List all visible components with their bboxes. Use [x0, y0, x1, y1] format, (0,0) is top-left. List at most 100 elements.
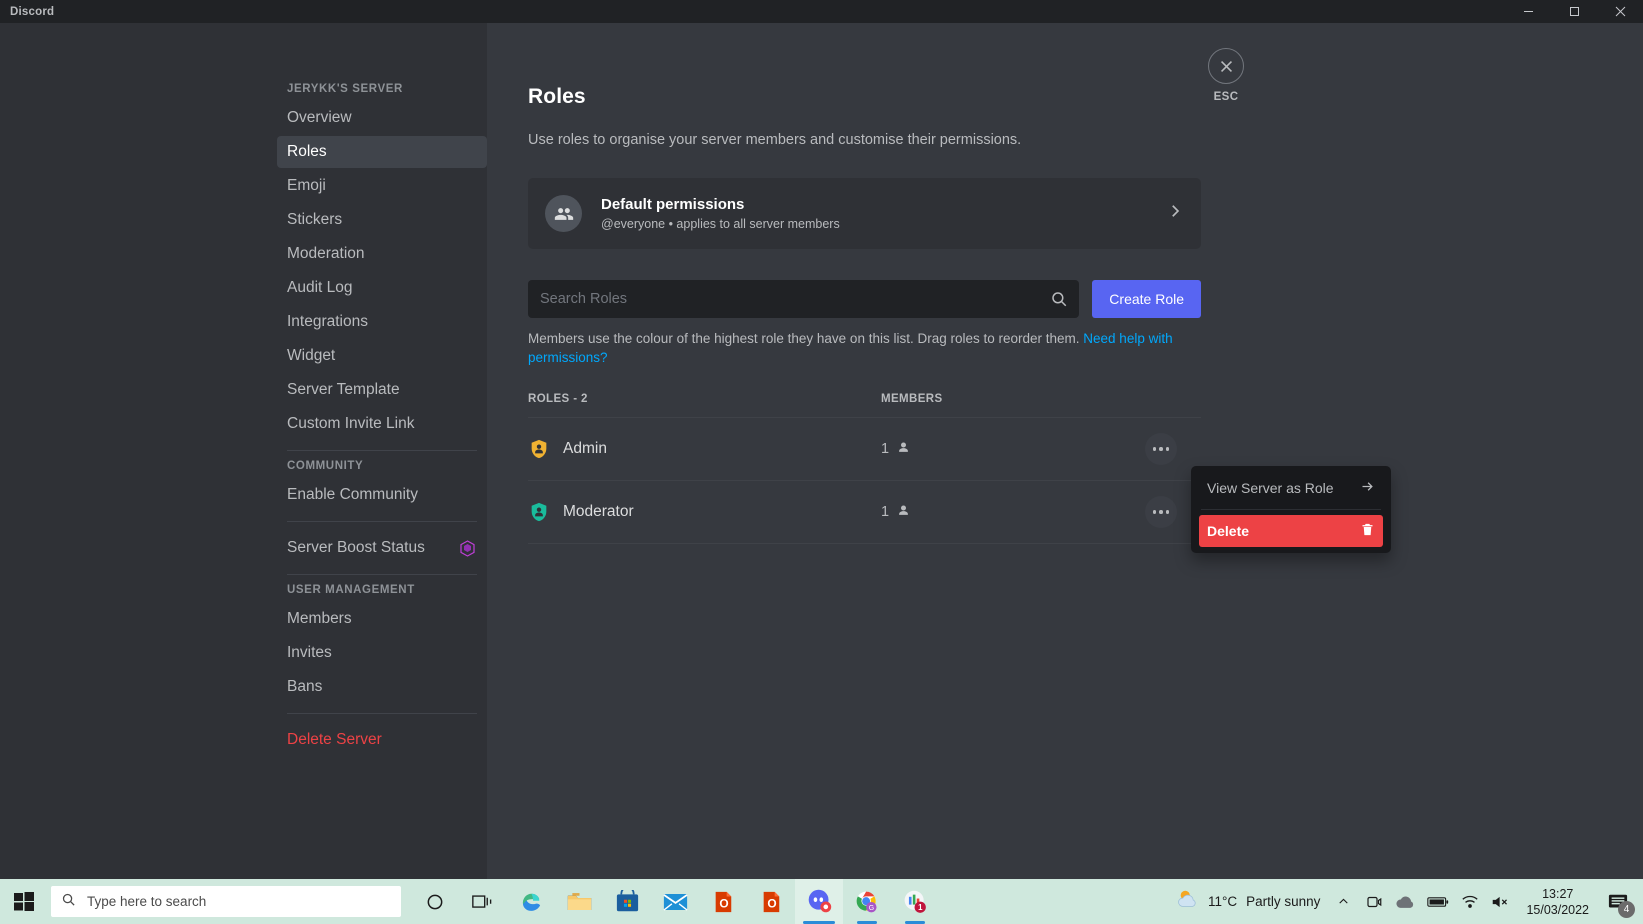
sidebar-item-bans[interactable]: Bans	[277, 671, 487, 703]
esc-label: ESC	[1213, 91, 1239, 103]
notifications-button[interactable]: 4	[1599, 879, 1637, 924]
default-permissions-card[interactable]: Default permissions @everyone • applies …	[528, 178, 1201, 249]
maximize-button[interactable]	[1551, 0, 1597, 23]
sidebar-item-overview[interactable]: Overview	[277, 102, 487, 134]
dot-icon	[1152, 510, 1157, 514]
sidebar-item-stickers[interactable]: Stickers	[277, 204, 487, 236]
google-chrome-icon[interactable]: G	[843, 879, 891, 924]
microsoft-store-icon[interactable]	[603, 879, 651, 924]
dot-icon	[1165, 510, 1170, 514]
role-name: Moderator	[563, 503, 634, 520]
sidebar-item-label: Roles	[287, 143, 327, 160]
sidebar-item-label: Delete Server	[287, 731, 382, 748]
weather-widget[interactable]: 11°C Partly sunny	[1168, 879, 1328, 924]
role-name: Admin	[563, 440, 607, 457]
minimize-button[interactable]	[1505, 0, 1551, 23]
microsoft-edge-icon[interactable]	[507, 879, 555, 924]
wifi-icon[interactable]	[1455, 879, 1485, 924]
sidebar-item-label: Bans	[287, 678, 323, 695]
sidebar-item-label: Emoji	[287, 177, 326, 194]
dot-icon	[1159, 510, 1163, 514]
window-controls	[1505, 0, 1643, 23]
sidebar-item-label: Audit Log	[287, 279, 353, 296]
taskbar-search-placeholder: Type here to search	[87, 894, 207, 909]
file-explorer-icon[interactable]	[555, 879, 603, 924]
close-button[interactable]	[1597, 0, 1643, 23]
volume-muted-icon[interactable]	[1485, 879, 1516, 924]
teams-icon[interactable]: 1	[891, 879, 939, 924]
onedrive-sync-icon[interactable]	[1359, 879, 1389, 924]
weather-temperature: 11°C	[1207, 894, 1238, 909]
context-menu-label: Delete	[1207, 523, 1250, 539]
chevron-right-icon	[1166, 202, 1184, 225]
dot-icon	[1165, 447, 1170, 451]
office-apps-icon[interactable]: O	[747, 879, 795, 924]
sidebar-item-roles[interactable]: Roles	[277, 136, 487, 168]
dot-icon	[1152, 447, 1157, 451]
member-icon	[896, 503, 911, 522]
context-menu-view-server-as-role[interactable]: View Server as Role	[1199, 472, 1383, 504]
role-shield-icon	[528, 501, 550, 523]
office-word-icon[interactable]: O	[699, 879, 747, 924]
sidebar-divider	[287, 713, 477, 714]
sidebar-item-server-boost-status[interactable]: Server Boost Status	[277, 532, 487, 564]
teams-badge-count: 1	[918, 903, 923, 912]
sidebar-item-label: Overview	[287, 109, 352, 126]
role-options-button[interactable]	[1145, 496, 1177, 528]
sidebar-item-widget[interactable]: Widget	[277, 340, 487, 372]
cortana-icon[interactable]	[411, 879, 459, 924]
create-role-button[interactable]: Create Role	[1092, 280, 1201, 318]
title-bar: Discord	[0, 0, 1643, 23]
weather-condition: Partly sunny	[1246, 894, 1321, 909]
task-view-icon[interactable]	[459, 879, 507, 924]
tray-date: 15/03/2022	[1526, 902, 1589, 917]
search-roles-input[interactable]	[528, 280, 1080, 318]
search-icon[interactable]	[1050, 290, 1068, 308]
role-options-button[interactable]	[1145, 433, 1177, 465]
sidebar-item-enable-community[interactable]: Enable Community	[277, 479, 487, 511]
role-context-menu: View Server as Role Delete	[1191, 466, 1391, 553]
page-subtitle: Use roles to organise your server member…	[528, 132, 1022, 148]
sidebar-community-header: COMMUNITY	[287, 460, 364, 472]
sidebar-item-emoji[interactable]: Emoji	[277, 170, 487, 202]
taskbar-search-box[interactable]: Type here to search	[51, 886, 401, 917]
table-row[interactable]: Moderator 1	[528, 480, 1201, 543]
sidebar-item-server-template[interactable]: Server Template	[277, 374, 487, 406]
sidebar-item-label: Enable Community	[287, 486, 418, 503]
sidebar-item-invites[interactable]: Invites	[277, 637, 487, 669]
start-button[interactable]	[0, 879, 48, 924]
default-permissions-title: Default permissions	[601, 196, 745, 213]
sidebar-user-management-header: USER MANAGEMENT	[287, 584, 415, 596]
svg-text:O: O	[719, 896, 728, 910]
context-menu-delete[interactable]: Delete	[1199, 515, 1383, 547]
clock-widget[interactable]: 13:27 15/03/2022	[1516, 879, 1599, 924]
sidebar-item-integrations[interactable]: Integrations	[277, 306, 487, 338]
sidebar-item-moderation[interactable]: Moderation	[277, 238, 487, 270]
sidebar-left-gutter	[0, 23, 277, 879]
tray-time: 13:27	[1542, 886, 1574, 901]
role-member-count: 1	[881, 504, 890, 520]
close-settings-button[interactable]: ESC	[1197, 48, 1255, 103]
sidebar-item-custom-invite-link[interactable]: Custom Invite Link	[277, 408, 487, 440]
sidebar-item-members[interactable]: Members	[277, 603, 487, 635]
mail-icon[interactable]	[651, 879, 699, 924]
sidebar-item-delete-server[interactable]: Delete Server	[277, 724, 487, 756]
sidebar-divider	[287, 521, 477, 522]
roles-hint-text: Members use the colour of the highest ro…	[528, 329, 1188, 367]
arrow-right-icon	[1360, 479, 1375, 497]
sidebar-item-audit-log[interactable]: Audit Log	[277, 272, 487, 304]
members-avatar-icon	[545, 195, 582, 232]
sidebar-item-label: Custom Invite Link	[287, 415, 415, 432]
table-row[interactable]: Admin 1	[528, 417, 1201, 480]
sidebar-item-label: Moderation	[287, 245, 365, 262]
partly-sunny-icon	[1176, 888, 1200, 915]
settings-sidebar: JERYKK'S SERVER Overview Roles Emoji Sti…	[277, 23, 487, 879]
battery-icon[interactable]	[1421, 879, 1455, 924]
show-hidden-icons-button[interactable]	[1328, 879, 1359, 924]
discord-icon[interactable]	[795, 879, 843, 924]
cloud-icon[interactable]	[1389, 879, 1421, 924]
sidebar-divider	[287, 574, 477, 575]
roles-table-header: ROLES - 2 MEMBERS	[528, 393, 1201, 417]
table-bottom-border	[528, 543, 1201, 544]
taskbar-icons: O O G 1	[411, 879, 939, 924]
